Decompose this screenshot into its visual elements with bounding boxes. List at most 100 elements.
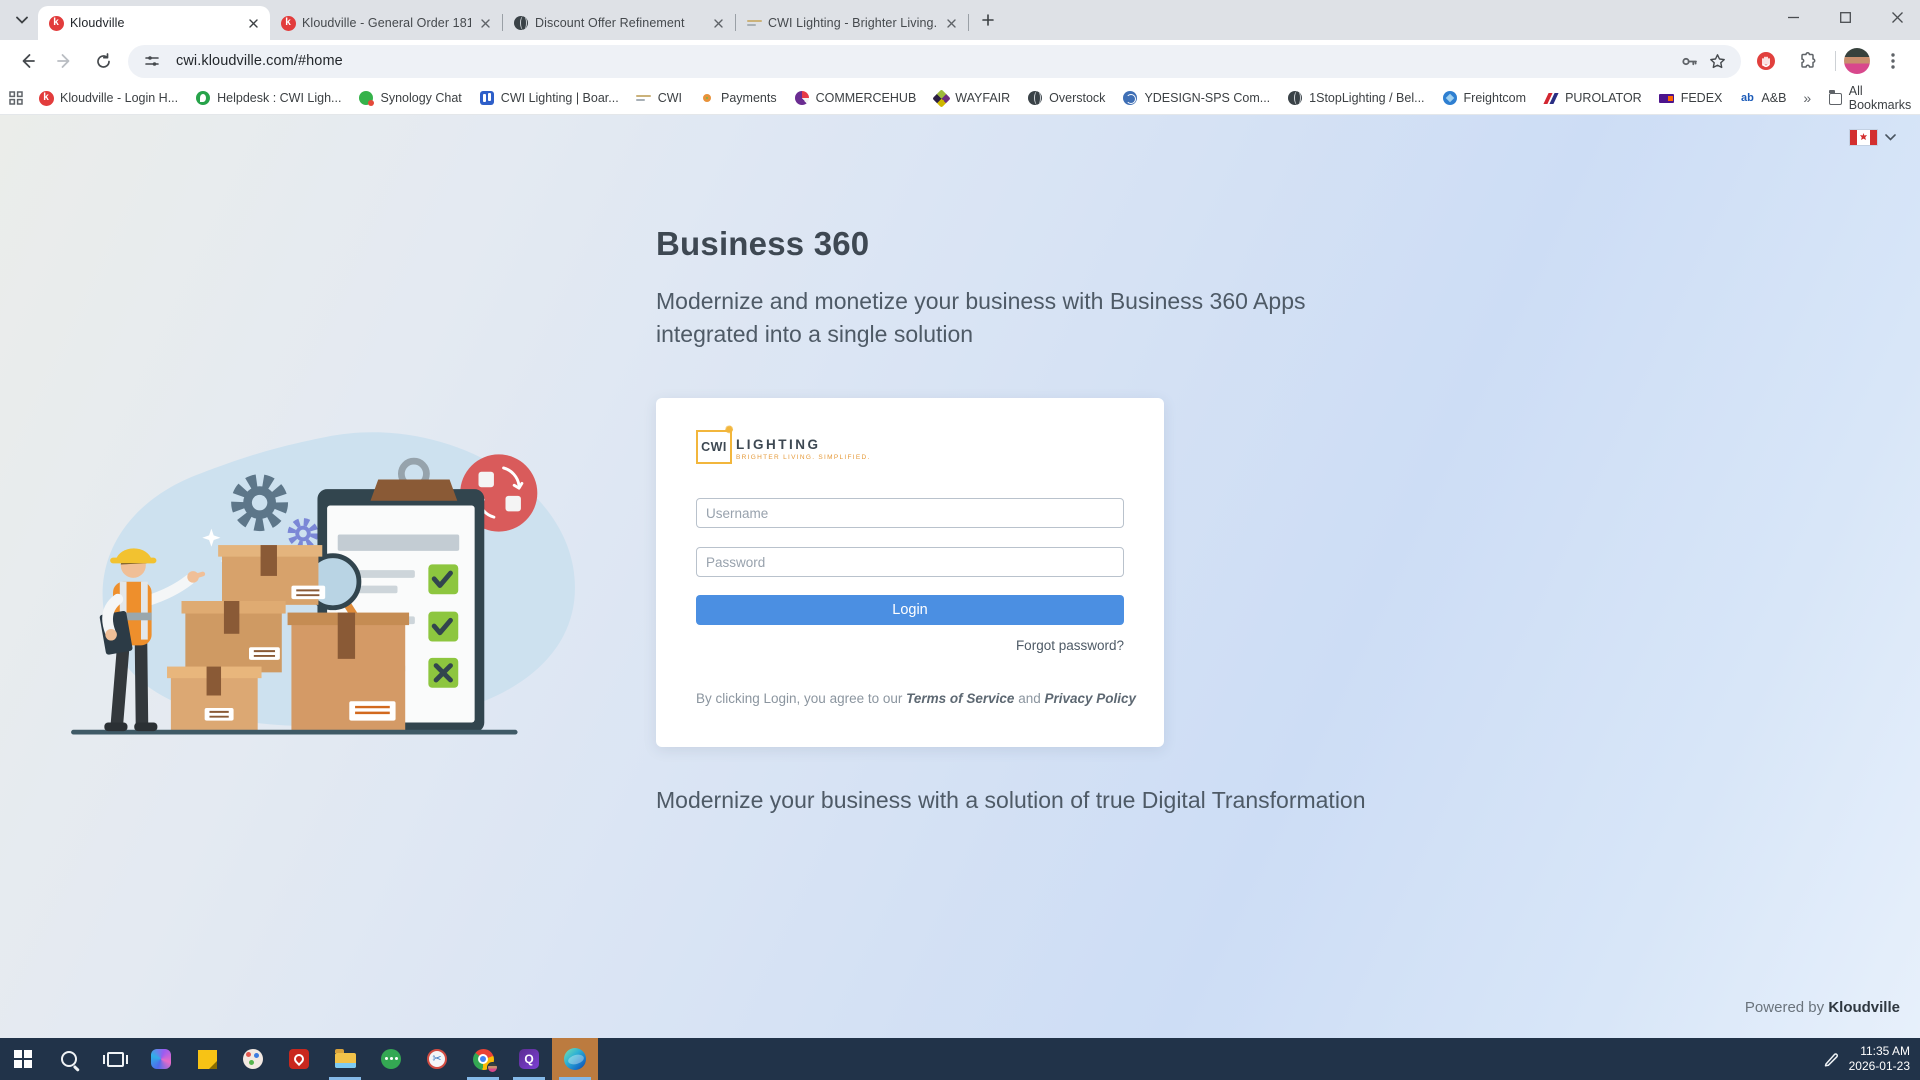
bookmark-wayfair[interactable]: WAYFAIR (933, 90, 1010, 106)
board-icon (479, 90, 495, 106)
paint-icon[interactable] (230, 1038, 276, 1080)
canada-flag-icon (1850, 130, 1877, 145)
address-bar[interactable]: cwi.kloudville.com/#home (128, 45, 1741, 78)
tab-discount-offer[interactable]: Discount Offer Refinement (503, 6, 735, 40)
snipping-tool-icon[interactable]: ✂ (414, 1038, 460, 1080)
login-card: CWI✺ LIGHTING BRIGHTER LIVING. SIMPLIFIE… (656, 398, 1164, 747)
apps-grid-icon[interactable] (8, 90, 24, 106)
bookmarks-bar: kKloudville - Login H... Helpdesk : CWI … (0, 82, 1920, 115)
bookmark-kloudville-login[interactable]: kKloudville - Login H... (38, 90, 178, 106)
extensions-puzzle-icon[interactable] (1792, 45, 1824, 77)
bookmark-commercehub[interactable]: COMMERCEHUB (794, 90, 917, 106)
chevron-down-icon (1885, 134, 1896, 141)
bookmark-purolator[interactable]: PUROLATOR (1543, 90, 1642, 106)
tab-title: Kloudville - General Order 1817 (302, 16, 471, 30)
warehouse-illustration (60, 420, 600, 755)
new-tab-button[interactable] (975, 7, 1001, 33)
password-input[interactable] (696, 547, 1124, 577)
clock-time: 11:35 AM (1849, 1044, 1910, 1059)
globe-icon (1027, 90, 1043, 106)
bookmark-1stoplighting[interactable]: 1StopLighting / Bel... (1287, 90, 1424, 106)
bookmark-ab[interactable]: abA&B (1739, 90, 1786, 106)
bookmark-helpdesk[interactable]: Helpdesk : CWI Ligh... (195, 90, 341, 106)
tab-close-icon[interactable] (710, 15, 727, 32)
back-icon[interactable] (11, 45, 43, 77)
username-input[interactable] (696, 498, 1124, 528)
all-bookmarks-button[interactable]: All Bookmarks (1829, 84, 1914, 112)
chrome-profile-badge (487, 1062, 498, 1073)
terms-of-service-link[interactable]: Terms of Service (906, 691, 1014, 706)
tab-general-order[interactable]: k Kloudville - General Order 1817 (270, 6, 502, 40)
minimize-icon[interactable] (1776, 4, 1810, 30)
search-icon[interactable] (46, 1038, 92, 1080)
discount-offer-favicon (513, 15, 529, 31)
windows-ink-pen-icon[interactable] (1823, 1051, 1839, 1067)
privacy-policy-link[interactable]: Privacy Policy (1044, 691, 1136, 706)
maximize-icon[interactable] (1828, 4, 1862, 30)
bookmarks-overflow-chevron[interactable]: » (1803, 90, 1811, 106)
bookmark-cwi[interactable]: CWI (636, 90, 682, 106)
tab-cwi-lighting[interactable]: CWI Lighting - Brighter Living. S... (736, 6, 968, 40)
page-title: Business 360 (656, 225, 1356, 263)
ydesign-icon (1122, 90, 1138, 106)
taskbar-clock[interactable]: 11:35 AM 2026-01-23 (1849, 1044, 1910, 1074)
powered-by: Powered by Kloudville (1745, 999, 1900, 1016)
tab-close-icon[interactable] (477, 15, 494, 32)
payments-icon (699, 90, 715, 106)
forward-icon[interactable] (49, 45, 81, 77)
kloudville-favicon: k (280, 15, 296, 31)
edge-icon[interactable] (552, 1038, 598, 1080)
bookmark-ydesign[interactable]: YDESIGN-SPS Com... (1122, 90, 1270, 106)
forgot-password-link[interactable]: Forgot password? (1016, 638, 1124, 653)
bookmark-cwi-board[interactable]: CWI Lighting | Boar... (479, 90, 619, 106)
start-button[interactable] (0, 1038, 46, 1080)
toolbar-separator (1835, 51, 1836, 71)
browser-toolbar: cwi.kloudville.com/#home (0, 40, 1920, 82)
browser-tab-strip: k Kloudville k Kloudville - General Orde… (0, 0, 1920, 40)
language-selector[interactable] (1850, 130, 1896, 145)
kloudville-favicon: k (48, 15, 64, 31)
cwi-logo-icon (636, 90, 652, 106)
synology-chat-icon (358, 90, 374, 106)
login-button[interactable]: Login (696, 595, 1124, 625)
chat-app-icon[interactable] (368, 1038, 414, 1080)
close-window-icon[interactable] (1880, 4, 1914, 30)
site-settings-icon[interactable] (138, 47, 166, 75)
cwi-lighting-logo: CWI✺ LIGHTING BRIGHTER LIVING. SIMPLIFIE… (696, 430, 871, 464)
tab-kloudville[interactable]: k Kloudville (38, 6, 270, 40)
q-app-icon[interactable]: Q (506, 1038, 552, 1080)
tab-close-icon[interactable] (943, 15, 960, 32)
browser-menu-icon[interactable] (1877, 45, 1909, 77)
bookmark-fedex[interactable]: FEDEX (1659, 90, 1723, 106)
tab-title: Kloudville (70, 16, 239, 30)
clock-date: 2026-01-23 (1849, 1059, 1910, 1074)
tab-search-chevron-icon[interactable] (8, 6, 36, 34)
tab-close-icon[interactable] (245, 15, 262, 32)
profile-avatar[interactable] (1844, 48, 1870, 74)
chrome-icon[interactable] (460, 1038, 506, 1080)
bookmark-payments[interactable]: Payments (699, 90, 777, 106)
sticky-notes-icon[interactable] (184, 1038, 230, 1080)
tab-separator (968, 14, 969, 31)
wayfair-icon (933, 90, 949, 106)
file-explorer-icon[interactable] (322, 1038, 368, 1080)
acrobat-icon[interactable] (276, 1038, 322, 1080)
page-subtitle: Modernize and monetize your business wit… (656, 285, 1346, 350)
folder-icon (1829, 93, 1842, 105)
bulb-icon: ✺ (725, 426, 735, 436)
bookmark-star-icon[interactable] (1703, 47, 1731, 75)
password-key-icon[interactable] (1675, 47, 1703, 75)
copilot-icon[interactable] (138, 1038, 184, 1080)
adblock-icon[interactable] (1750, 45, 1782, 77)
kloudville-icon: k (38, 90, 54, 106)
globe-icon (1287, 90, 1303, 106)
bookmark-freightcom[interactable]: Freightcom (1442, 90, 1527, 106)
reload-icon[interactable] (87, 45, 119, 77)
bookmark-synology-chat[interactable]: Synology Chat (358, 90, 461, 106)
commercehub-icon (794, 90, 810, 106)
login-page: Business 360 Modernize and monetize your… (0, 115, 1920, 1038)
url-text[interactable]: cwi.kloudville.com/#home (176, 53, 1675, 69)
task-view-icon[interactable] (92, 1038, 138, 1080)
bottom-tagline: Modernize your business with a solution … (656, 787, 1366, 814)
bookmark-overstock[interactable]: Overstock (1027, 90, 1105, 106)
